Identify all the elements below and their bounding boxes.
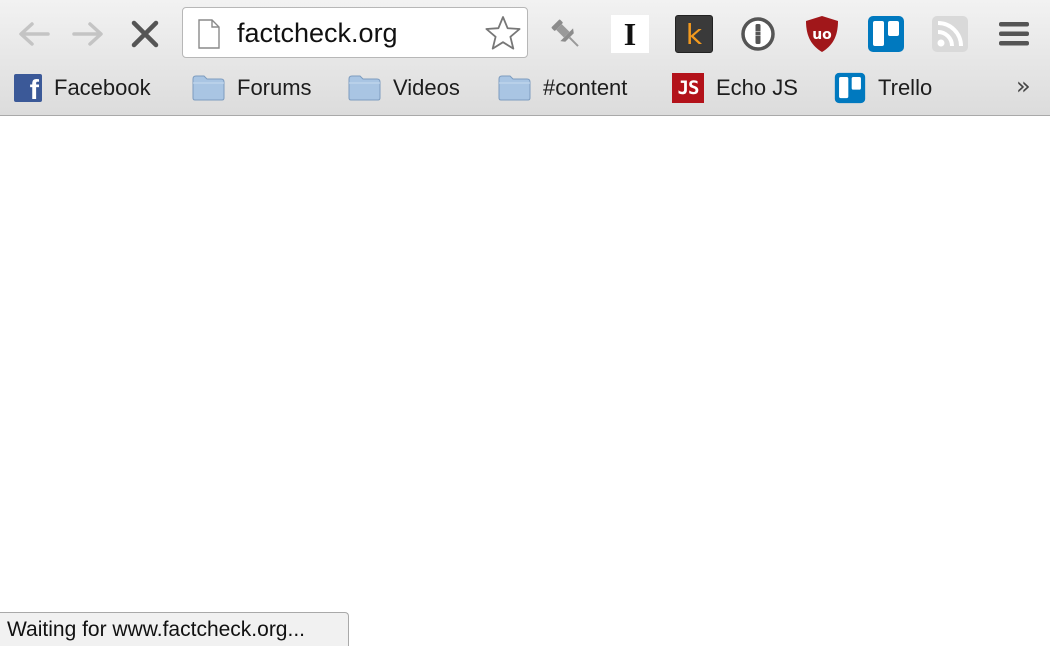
bookmark-label: Echo JS: [716, 75, 798, 100]
stop-x-icon: [131, 20, 159, 48]
toolbar: factcheck.org I k uo: [0, 0, 1050, 66]
stop-button[interactable]: [125, 14, 165, 54]
bookmarks-bar: f Facebook Forums Videos #content JS Ech…: [0, 66, 1050, 114]
back-button[interactable]: [14, 14, 54, 54]
svg-text:uo: uo: [812, 27, 832, 43]
arrow-right-icon: [72, 22, 103, 46]
bookmark-echo-js[interactable]: JS Echo JS: [672, 72, 798, 104]
status-bubble: Waiting for www.factcheck.org...: [0, 612, 349, 646]
instapaper-icon[interactable]: I: [610, 14, 650, 54]
bookmark-label: Trello: [878, 75, 933, 100]
pin-icon[interactable]: [546, 14, 586, 54]
bookmark-star-icon[interactable]: [485, 15, 521, 56]
onepassword-icon[interactable]: [738, 14, 778, 54]
forward-button[interactable]: [68, 14, 108, 54]
hamburger-menu-icon[interactable]: [994, 14, 1034, 54]
bookmark-label: Forums: [237, 75, 312, 100]
bookmark-trello[interactable]: Trello: [834, 72, 932, 104]
echojs-icon: JS: [672, 73, 704, 103]
folder-icon: [498, 75, 531, 101]
url-text[interactable]: factcheck.org: [237, 18, 398, 48]
rss-icon[interactable]: [930, 14, 970, 54]
bookmark-videos[interactable]: Videos: [348, 72, 460, 104]
kippt-icon[interactable]: k: [674, 14, 714, 54]
trello-icon[interactable]: [866, 14, 906, 54]
folder-icon: [348, 75, 381, 101]
page-icon: [197, 19, 221, 54]
trello-icon: [834, 72, 866, 104]
bookmark-label: Facebook: [54, 75, 151, 100]
arrow-left-icon: [19, 22, 50, 46]
bookmarks-overflow-chevron-icon[interactable]: »: [1016, 72, 1031, 100]
facebook-icon: f: [14, 74, 42, 102]
bookmark-facebook[interactable]: f Facebook: [14, 72, 151, 104]
ublock-icon[interactable]: uo: [802, 14, 842, 54]
bookmark-forums[interactable]: Forums: [192, 72, 312, 104]
address-bar[interactable]: factcheck.org: [182, 7, 528, 58]
bookmark-label: Videos: [393, 75, 460, 100]
bookmark-content[interactable]: #content: [498, 72, 627, 104]
browser-chrome: factcheck.org I k uo f Facebook Forums V…: [0, 0, 1050, 116]
bookmark-label: #content: [543, 75, 628, 100]
folder-icon: [192, 75, 225, 101]
